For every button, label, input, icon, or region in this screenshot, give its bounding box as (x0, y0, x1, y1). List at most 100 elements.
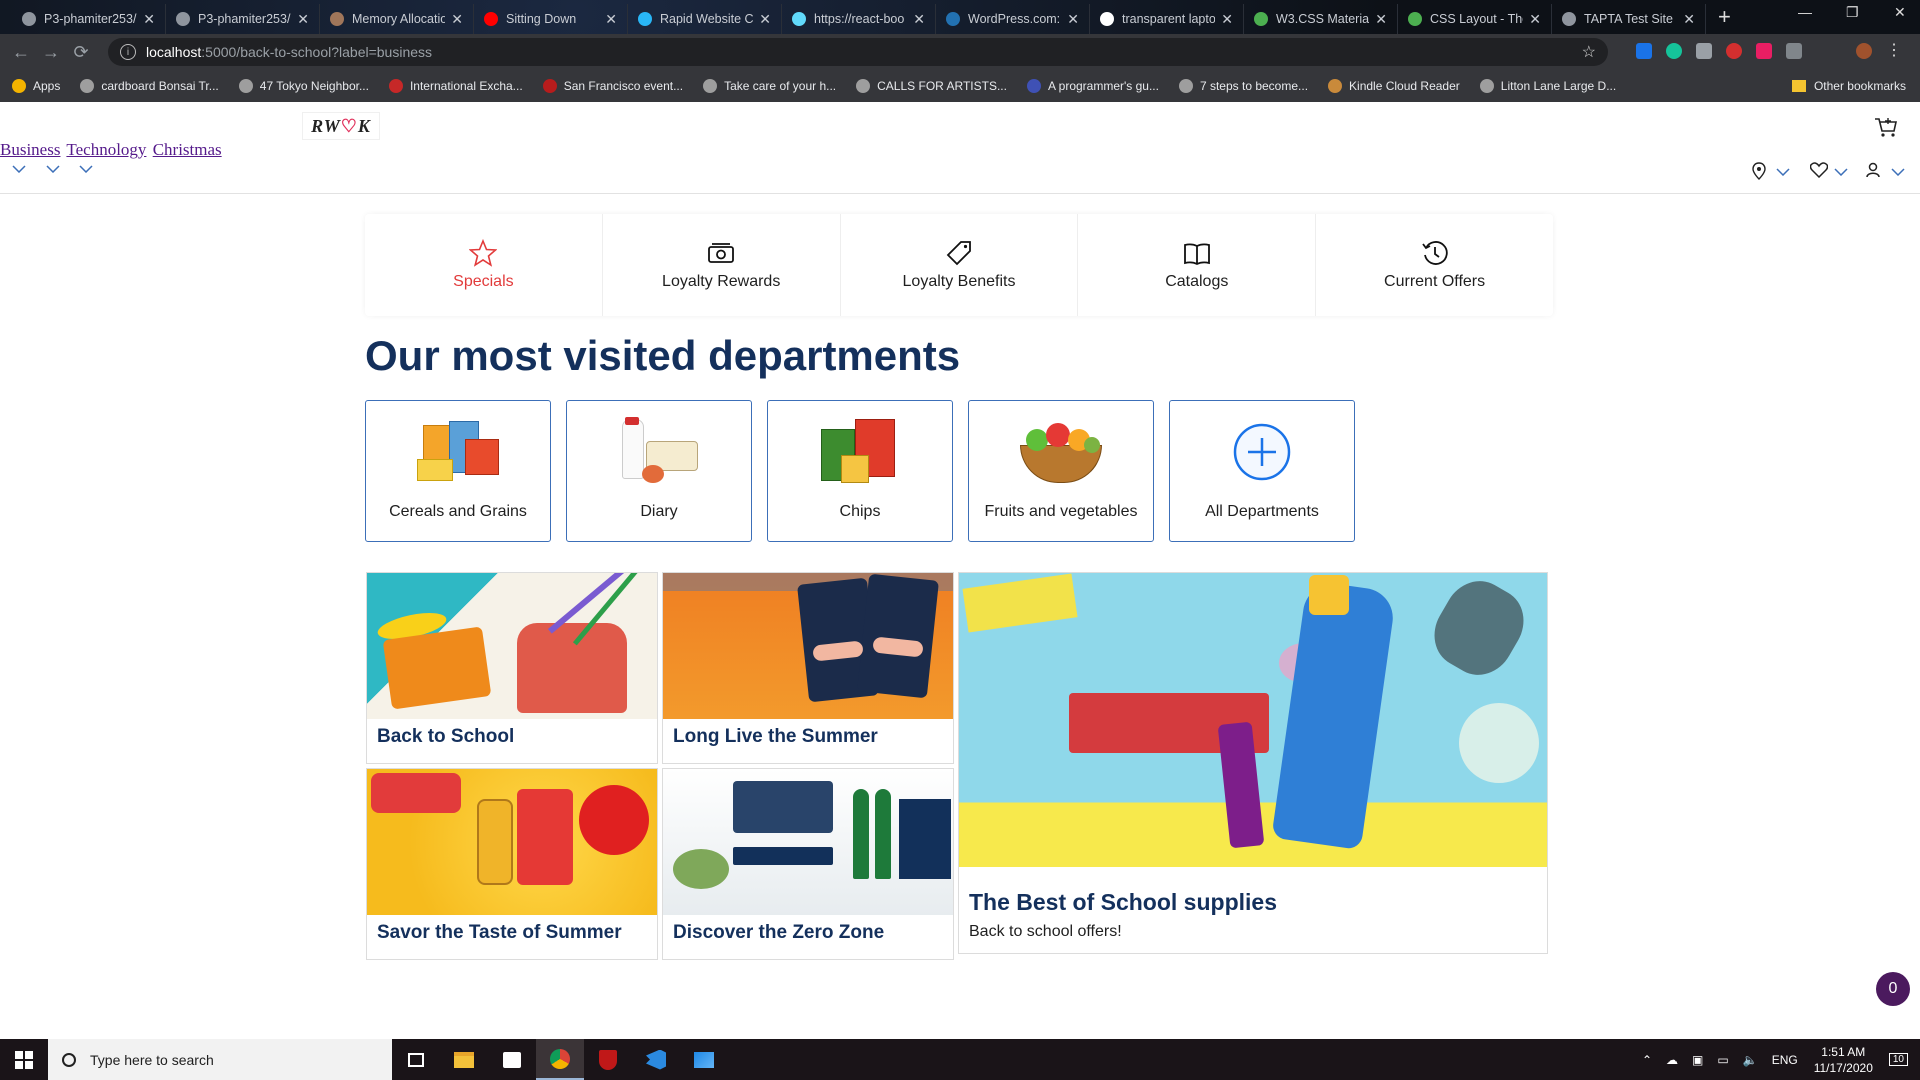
nav-link-technology[interactable]: Technology (66, 140, 146, 159)
new-tab-button[interactable]: + (1718, 4, 1731, 30)
other-bookmarks[interactable]: Other bookmarks (1791, 79, 1906, 93)
browser-tab[interactable]: transparent lapto ✕ (1090, 4, 1244, 34)
tab-close-icon[interactable]: ✕ (1375, 11, 1387, 28)
monitor-icon[interactable]: ▣ (1692, 1053, 1703, 1067)
browser-tab[interactable]: Sitting Down ✕ (474, 4, 628, 34)
profile-avatar[interactable] (1856, 43, 1872, 59)
browser-tab[interactable]: W3.CSS Material ✕ (1244, 4, 1398, 34)
extension-red-icon[interactable] (1726, 43, 1742, 59)
back-button[interactable]: ← (6, 42, 36, 63)
extensions-puzzle-icon[interactable] (1786, 43, 1802, 59)
tab-close-icon[interactable]: ✕ (1529, 11, 1541, 28)
heart-icon[interactable] (1810, 162, 1828, 178)
tab-close-icon[interactable]: ✕ (297, 11, 309, 28)
browser-tab[interactable]: https://react-boo ✕ (782, 4, 936, 34)
minimize-button[interactable]: — (1798, 4, 1812, 20)
site-info-icon[interactable]: i (120, 44, 136, 60)
volume-icon[interactable]: 🔈 (1743, 1053, 1758, 1067)
bookmark-item[interactable]: A programmer's gu... (1026, 79, 1159, 93)
cart-icon[interactable] (1874, 116, 1898, 138)
quicklink-current-offers[interactable]: Current Offers (1316, 214, 1553, 316)
quicklink-loyalty-rewards[interactable]: Loyalty Rewards (603, 214, 841, 316)
bookmark-star-icon[interactable]: ☆ (1582, 42, 1596, 62)
reload-button[interactable]: ⟳ (66, 42, 96, 63)
bookmark-item[interactable]: International Excha... (388, 79, 523, 93)
restore-button[interactable]: ❐ (1846, 4, 1859, 21)
department-all[interactable]: All Departments (1169, 400, 1355, 542)
tab-close-icon[interactable]: ✕ (1683, 11, 1695, 28)
tab-close-icon[interactable]: ✕ (913, 11, 925, 28)
language-indicator[interactable]: ENG (1772, 1053, 1798, 1067)
nav-link-christmas[interactable]: Christmas (153, 140, 222, 159)
taskbar-search[interactable]: Type here to search (48, 1039, 392, 1080)
bookmark-item[interactable]: Apps (12, 79, 60, 93)
browser-tab[interactable]: P3-phamiter253/ ✕ (166, 4, 320, 34)
file-explorer-icon[interactable] (440, 1039, 488, 1080)
tab-close-icon[interactable]: ✕ (143, 11, 155, 28)
user-icon[interactable] (1866, 162, 1880, 178)
department-fruits-vegetables[interactable]: Fruits and vegetables (968, 400, 1154, 542)
promo-card-best-school-supplies[interactable]: The Best of School supplies Back to scho… (958, 572, 1548, 954)
tab-close-icon[interactable]: ✕ (1067, 11, 1079, 28)
chevron-down-icon[interactable] (46, 165, 60, 173)
clock[interactable]: 1:51 AM 11/17/2020 (1814, 1044, 1873, 1076)
photos-icon[interactable] (680, 1039, 728, 1080)
address-bar[interactable]: i localhost:5000/back-to-school?label=bu… (108, 38, 1608, 66)
onedrive-icon[interactable]: ☁ (1666, 1053, 1678, 1067)
bookmark-item[interactable]: 7 steps to become... (1178, 79, 1308, 93)
browser-tab[interactable]: Memory Allocatio ✕ (320, 4, 474, 34)
promo-card-long-live-summer[interactable]: Long Live the Summer (662, 572, 954, 764)
nav-link-business[interactable]: Business (0, 140, 60, 159)
forward-button[interactable]: → (36, 42, 66, 63)
quicklink-specials[interactable]: Specials (365, 214, 603, 316)
bookmark-item[interactable]: Take care of your h... (703, 79, 836, 93)
vscode-icon[interactable] (632, 1039, 680, 1080)
bookmark-item[interactable]: cardboard Bonsai Tr... (80, 79, 219, 93)
store-icon[interactable] (488, 1039, 536, 1080)
task-view-icon[interactable] (392, 1039, 440, 1080)
chevron-up-icon[interactable]: ⌃ (1642, 1053, 1652, 1067)
extension-p-icon[interactable] (1636, 43, 1652, 59)
browser-tab[interactable]: CSS Layout - The ✕ (1398, 4, 1552, 34)
tab-close-icon[interactable]: ✕ (451, 11, 463, 28)
extension-pink-icon[interactable] (1756, 43, 1772, 59)
department-diary[interactable]: Diary (566, 400, 752, 542)
bookmark-item[interactable]: Kindle Cloud Reader (1328, 79, 1460, 93)
department-cereals[interactable]: Cereals and Grains (365, 400, 551, 542)
notifications-icon[interactable]: 10 (1888, 1053, 1908, 1066)
bookmark-item[interactable]: CALLS FOR ARTISTS... (856, 79, 1007, 93)
chevron-down-icon[interactable] (1776, 168, 1790, 176)
extension-k-icon[interactable] (1696, 43, 1712, 59)
battery-icon[interactable]: ▭ (1717, 1053, 1728, 1067)
windows-start-button[interactable] (0, 1039, 48, 1080)
chat-count-badge[interactable]: 0 (1876, 972, 1910, 1006)
chevron-down-icon[interactable] (1891, 168, 1905, 176)
tab-close-icon[interactable]: ✕ (1221, 11, 1233, 28)
browser-tab[interactable]: WordPress.com: ✕ (936, 4, 1090, 34)
chevron-down-icon[interactable] (1834, 168, 1848, 176)
department-chips[interactable]: Chips (767, 400, 953, 542)
bookmark-item[interactable]: 47 Tokyo Neighbor... (238, 79, 369, 93)
promo-subtitle: Back to school offers! (969, 923, 1122, 940)
chevron-down-icon[interactable] (12, 165, 26, 173)
chrome-icon[interactable] (536, 1039, 584, 1080)
quicklink-loyalty-benefits[interactable]: Loyalty Benefits (841, 214, 1079, 316)
promo-card-savor-summer[interactable]: Savor the Taste of Summer (366, 768, 658, 960)
site-logo[interactable]: RW ♡ K (302, 112, 380, 140)
chevron-down-icon[interactable] (79, 165, 93, 173)
bookmark-item[interactable]: San Francisco event... (542, 79, 683, 93)
browser-menu-icon[interactable]: ⋮ (1886, 40, 1902, 59)
quicklink-catalogs[interactable]: Catalogs (1078, 214, 1317, 316)
promo-card-zero-zone[interactable]: Discover the Zero Zone (662, 768, 954, 960)
promo-card-back-to-school[interactable]: Back to School (366, 572, 658, 764)
browser-tab[interactable]: Rapid Website Cre ✕ (628, 4, 782, 34)
browser-tab[interactable]: P3-phamiter253/ ✕ (12, 4, 166, 34)
grammarly-icon[interactable] (1666, 43, 1682, 59)
close-window-button[interactable]: ✕ (1894, 4, 1906, 21)
tab-close-icon[interactable]: ✕ (759, 11, 771, 28)
location-pin-icon[interactable] (1752, 162, 1766, 180)
bookmark-item[interactable]: Litton Lane Large D... (1479, 79, 1616, 93)
tab-close-icon[interactable]: ✕ (605, 11, 617, 28)
browser-tab[interactable]: TAPTA Test Site ✕ (1552, 4, 1706, 34)
mcafee-icon[interactable] (584, 1039, 632, 1080)
